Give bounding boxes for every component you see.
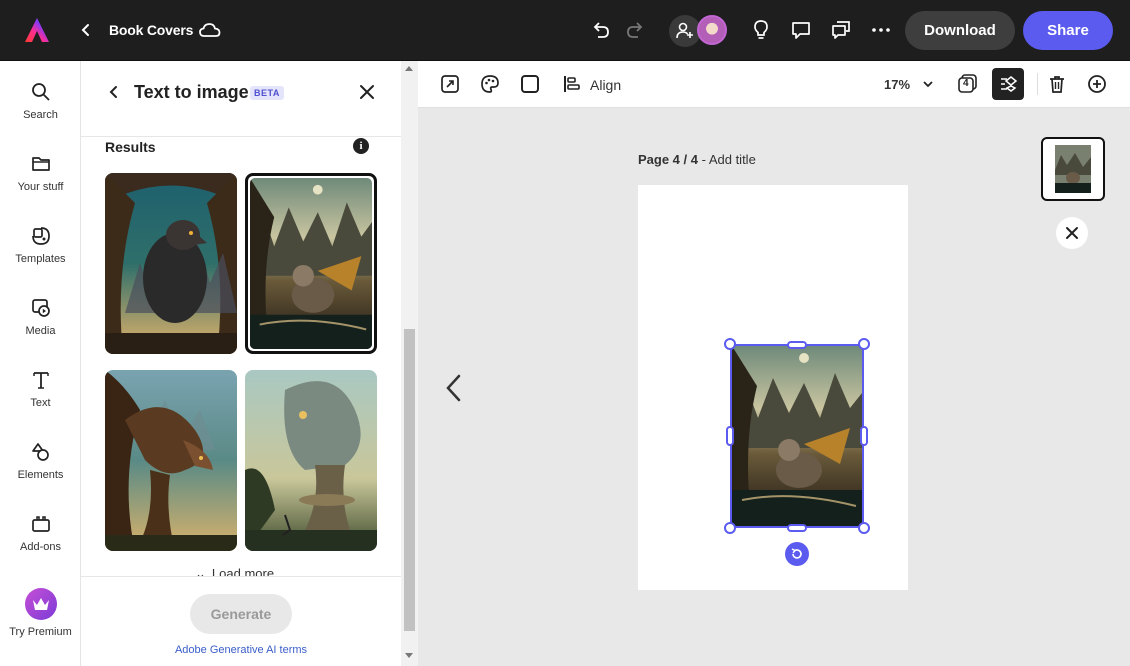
chevron-left-icon[interactable] — [444, 373, 464, 403]
crown-icon — [24, 588, 57, 620]
resize-handle-top-left[interactable] — [724, 338, 736, 350]
resize-handle-left[interactable] — [726, 426, 734, 446]
document-title[interactable]: Book Covers — [109, 22, 193, 38]
text-to-image-panel: Text to image BETA Results i ⌄ Load more… — [81, 61, 401, 666]
resize-handle-bottom[interactable] — [787, 524, 807, 532]
panel-title: Text to image — [134, 82, 249, 102]
load-more-button[interactable]: ⌄ Load more — [195, 566, 274, 576]
rail-item-text[interactable]: Text — [0, 369, 81, 429]
page-title-input[interactable]: Add title — [709, 152, 756, 167]
rail-label: Templates — [15, 253, 66, 265]
rail-label: Elements — [17, 469, 64, 481]
page-label-separator: - — [697, 152, 709, 167]
resize-icon[interactable] — [439, 73, 461, 95]
chevron-left-icon[interactable] — [106, 83, 122, 101]
info-icon[interactable]: i — [353, 138, 369, 154]
download-button[interactable]: Download — [905, 11, 1015, 50]
resize-handle-bottom-left[interactable] — [724, 522, 736, 534]
rail-item-elements[interactable]: Elements — [0, 441, 81, 501]
folder-icon — [31, 157, 50, 171]
close-icon[interactable] — [1056, 217, 1088, 249]
left-rail: Search Your stuff Templates Media Text E… — [0, 61, 81, 666]
pages-icon[interactable]: 4 — [957, 73, 979, 95]
rail-item-add-ons[interactable]: Add-ons — [0, 513, 81, 573]
rail-item-try-premium[interactable]: Try Premium — [0, 588, 81, 648]
text-icon — [32, 372, 49, 389]
undo-icon[interactable] — [589, 18, 613, 42]
page-thumbnail[interactable] — [1041, 137, 1105, 201]
palette-icon[interactable] — [479, 73, 501, 95]
scroll-down-arrow-icon[interactable] — [405, 653, 413, 658]
selected-image[interactable] — [730, 344, 864, 528]
resize-handle-top-right[interactable] — [858, 338, 870, 350]
more-icon[interactable] — [869, 18, 893, 42]
page-label: Page 4 / 4 - Add title — [638, 152, 756, 167]
trash-icon[interactable] — [1046, 73, 1068, 95]
canvas-area: Align 17% 4 Page 4 / 4 - Add title — [418, 61, 1130, 666]
result-thumbnail-1[interactable] — [105, 173, 237, 354]
rail-item-search[interactable]: Search — [0, 81, 81, 141]
rail-item-your-stuff[interactable]: Your stuff — [0, 153, 81, 213]
panel-footer: Generate Adobe Generative AI terms — [81, 576, 401, 666]
layers-icon[interactable] — [992, 68, 1024, 100]
results-heading: Results — [105, 139, 156, 155]
templates-icon — [31, 227, 50, 245]
rail-item-media[interactable]: Media — [0, 297, 81, 357]
generate-button[interactable]: Generate — [190, 594, 292, 634]
panel-scrollbar[interactable] — [401, 61, 418, 666]
avatar[interactable] — [697, 15, 727, 45]
rail-label: Add-ons — [20, 541, 61, 553]
rail-label: Text — [30, 397, 51, 409]
resize-handle-bottom-right[interactable] — [858, 522, 870, 534]
rail-label: Your stuff — [17, 181, 64, 193]
result-thumbnail-2[interactable] — [245, 173, 377, 354]
comment-icon[interactable] — [789, 18, 813, 42]
media-icon — [31, 299, 50, 317]
panel-header: Text to image BETA — [81, 61, 401, 137]
resize-handle-top[interactable] — [787, 341, 807, 349]
close-icon[interactable] — [358, 83, 376, 101]
generative-ai-terms-link[interactable]: Adobe Generative AI terms — [81, 644, 401, 656]
result-thumbnail-3[interactable] — [105, 370, 237, 551]
align-icon[interactable] — [561, 73, 583, 95]
resize-handle-right[interactable] — [860, 426, 868, 446]
beta-badge: BETA — [250, 86, 284, 100]
align-label[interactable]: Align — [590, 77, 621, 93]
zoom-level[interactable]: 17% — [884, 77, 910, 92]
rotate-icon[interactable] — [785, 542, 809, 566]
page-number: Page 4 / 4 — [638, 152, 698, 167]
rail-label: Search — [23, 109, 58, 121]
chat-icon[interactable] — [829, 18, 853, 42]
add-circle-icon[interactable] — [1086, 73, 1108, 95]
canvas-toolbar: Align 17% 4 — [418, 61, 1130, 108]
share-button[interactable]: Share — [1023, 11, 1113, 50]
search-icon — [31, 83, 50, 101]
result-thumbnail-4[interactable] — [245, 370, 377, 551]
toolbar-divider — [1037, 73, 1038, 95]
rail-item-templates[interactable]: Templates — [0, 225, 81, 285]
adobe-express-logo[interactable] — [24, 17, 50, 43]
rail-label: Media — [25, 325, 56, 337]
scroll-thumb[interactable] — [404, 329, 415, 631]
chevron-down-icon: ⌄ — [195, 566, 206, 576]
shape-square-icon[interactable] — [519, 73, 541, 95]
redo-icon[interactable] — [623, 18, 647, 42]
chevron-down-icon[interactable] — [917, 73, 939, 95]
add-ons-icon — [31, 516, 50, 532]
load-more-label: Load more — [211, 566, 275, 576]
elements-icon — [31, 443, 49, 461]
scroll-up-arrow-icon[interactable] — [405, 66, 413, 71]
lightbulb-icon[interactable] — [749, 18, 773, 42]
top-bar: Book Covers Download Share — [0, 0, 1130, 61]
cloud-icon[interactable] — [198, 20, 222, 40]
chevron-left-icon[interactable] — [78, 20, 94, 40]
rail-label: Try Premium — [9, 626, 72, 638]
page-count-badge: 4 — [963, 78, 969, 89]
